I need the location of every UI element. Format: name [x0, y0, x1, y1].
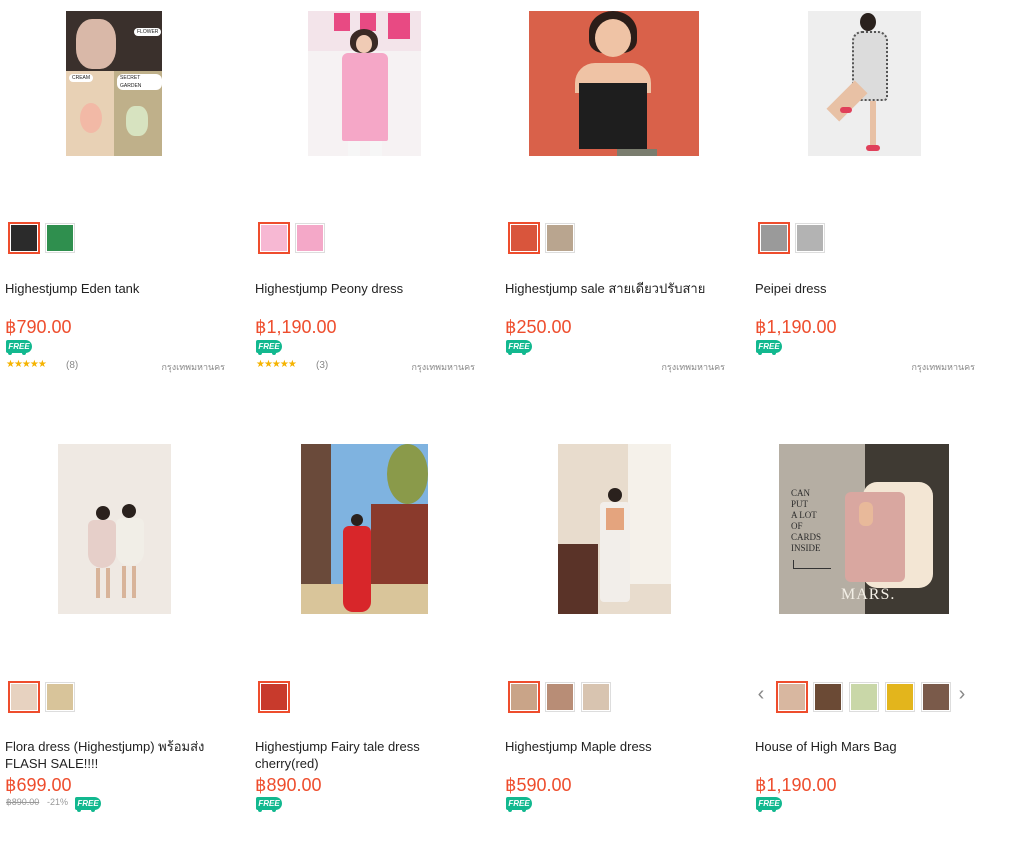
original-price: ฿890.00: [6, 797, 40, 807]
variant-thumb[interactable]: [849, 682, 879, 712]
free-shipping-badge: FREE: [506, 797, 532, 812]
product-photo: CAN PUT A LOT OF CARDS INSIDE MARS.: [779, 444, 949, 614]
variant-thumb[interactable]: [295, 223, 325, 253]
variant-thumbnails: ‹ ›: [750, 681, 980, 715]
review-count: (3): [316, 360, 329, 371]
product-card[interactable]: FLOWER CREAM SECRET GARDEN Highestjump E…: [0, 0, 225, 420]
free-shipping-badge: FREE: [6, 340, 32, 355]
image-label-flower: FLOWER: [134, 28, 162, 36]
review-count: (8): [66, 360, 79, 371]
product-name[interactable]: Flora dress (Highestjump) พร้อมส่ง FLASH…: [5, 738, 220, 772]
image-brand: MARS.: [841, 586, 896, 603]
product-name[interactable]: Highestjump Peony dress: [255, 280, 470, 297]
variant-thumbnails: [0, 681, 230, 715]
product-price: ฿699.00: [5, 775, 72, 795]
product-card[interactable]: CAN PUT A LOT OF CARDS INSIDE MARS. ‹ › …: [750, 433, 975, 853]
product-image[interactable]: [500, 0, 725, 190]
product-card[interactable]: Peipei dress ฿1,190.00 FREE กรุงเทพมหานค…: [750, 0, 975, 420]
variant-thumb[interactable]: [813, 682, 843, 712]
prev-arrow-icon[interactable]: ‹: [754, 681, 768, 709]
variant-thumb[interactable]: [508, 681, 540, 713]
product-name[interactable]: Peipei dress: [755, 280, 970, 297]
variant-thumb[interactable]: [885, 682, 915, 712]
image-label-secret-garden: SECRET GARDEN: [117, 74, 162, 90]
variant-thumb[interactable]: [545, 223, 575, 253]
product-card[interactable]: Highestjump sale สายเดียวปรับสาย ฿250.00…: [500, 0, 725, 420]
product-photo: [301, 444, 428, 614]
variant-thumb[interactable]: [508, 222, 540, 254]
product-image[interactable]: [250, 0, 475, 190]
free-shipping-badge: FREE: [756, 797, 782, 812]
product-price: ฿1,190.00: [255, 317, 337, 337]
product-photo: [308, 11, 421, 156]
image-slogan: CAN PUT A LOT OF CARDS INSIDE: [791, 488, 822, 553]
free-shipping-badge: FREE: [256, 797, 282, 812]
variant-thumb[interactable]: [545, 682, 575, 712]
product-name[interactable]: Highestjump Maple dress: [505, 738, 720, 755]
image-label-cream: CREAM: [69, 74, 94, 82]
shop-location: กรุงเทพมหานคร: [911, 362, 975, 372]
variant-thumb[interactable]: [795, 223, 825, 253]
shop-location: กรุงเทพมหานคร: [411, 362, 475, 372]
variant-thumbnails: [500, 681, 730, 715]
discount-label: -21%: [47, 797, 69, 807]
product-name[interactable]: Highestjump sale สายเดียวปรับสาย: [505, 280, 720, 297]
product-card[interactable]: Highestjump Maple dress ฿590.00 FREE: [500, 433, 725, 853]
product-card[interactable]: Flora dress (Highestjump) พร้อมส่ง FLASH…: [0, 433, 225, 853]
variant-thumb[interactable]: [921, 682, 951, 712]
next-arrow-icon[interactable]: ›: [955, 681, 969, 709]
variant-thumbnails: [500, 222, 730, 256]
shop-location: กรุงเทพมหานคร: [661, 362, 725, 372]
variant-thumb[interactable]: [776, 681, 808, 713]
product-price: ฿1,190.00: [755, 317, 837, 337]
variant-thumb[interactable]: [45, 223, 75, 253]
product-photo: [529, 11, 699, 156]
variant-thumbnails: [250, 681, 480, 715]
variant-thumb[interactable]: [581, 682, 611, 712]
product-image[interactable]: FLOWER CREAM SECRET GARDEN: [0, 0, 225, 190]
product-photo: [558, 444, 671, 614]
product-image[interactable]: CAN PUT A LOT OF CARDS INSIDE MARS.: [750, 433, 975, 623]
variant-thumb[interactable]: [45, 682, 75, 712]
rating-stars: ★★★★★: [256, 359, 297, 370]
product-price: ฿790.00: [5, 317, 72, 337]
rating-stars: ★★★★★: [6, 359, 47, 370]
product-price: ฿1,190.00: [755, 775, 837, 795]
product-card[interactable]: Highestjump Fairy tale dress cherry(red)…: [250, 433, 475, 853]
variant-thumbnails: [750, 222, 980, 256]
product-price: ฿590.00: [505, 775, 572, 795]
free-shipping-badge: FREE: [75, 797, 101, 812]
variant-thumbnails: [0, 222, 230, 256]
product-image[interactable]: [0, 433, 225, 623]
free-shipping-badge: FREE: [506, 340, 532, 355]
product-card[interactable]: Highestjump Peony dress ฿1,190.00 FREE ★…: [250, 0, 475, 420]
product-name[interactable]: Highestjump Fairy tale dress cherry(red): [255, 738, 470, 772]
product-image[interactable]: [750, 0, 975, 190]
product-image[interactable]: [500, 433, 725, 623]
free-shipping-badge: FREE: [756, 340, 782, 355]
product-grid: FLOWER CREAM SECRET GARDEN Highestjump E…: [0, 0, 1012, 817]
variant-thumbnails: [250, 222, 480, 256]
variant-thumb[interactable]: [258, 222, 290, 254]
variant-thumb[interactable]: [8, 222, 40, 254]
variant-thumb[interactable]: [8, 681, 40, 713]
product-image[interactable]: [250, 433, 475, 623]
shop-location: กรุงเทพมหานคร: [161, 362, 225, 372]
variant-thumb[interactable]: [758, 222, 790, 254]
product-price: ฿890.00: [255, 775, 322, 795]
product-price: ฿250.00: [505, 317, 572, 337]
product-photo: FLOWER CREAM SECRET GARDEN: [66, 11, 162, 156]
free-shipping-badge: FREE: [256, 340, 282, 355]
product-photo: [58, 444, 171, 614]
product-name[interactable]: House of High Mars Bag: [755, 738, 970, 755]
variant-thumb[interactable]: [258, 681, 290, 713]
product-name[interactable]: Highestjump Eden tank: [5, 280, 220, 297]
product-photo: [808, 11, 921, 156]
